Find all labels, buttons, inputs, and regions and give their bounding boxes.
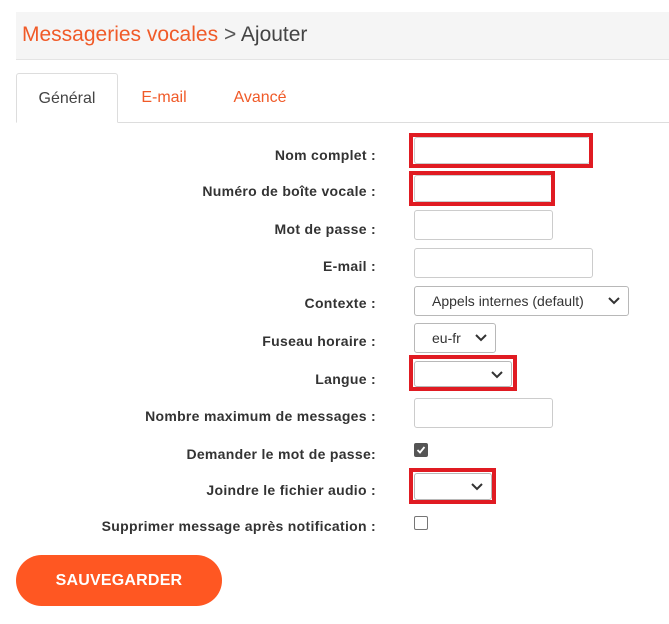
- breadcrumb: Messageries vocales > Ajouter: [22, 23, 307, 47]
- max-messages-input[interactable]: [414, 398, 553, 428]
- ask-password-checkbox[interactable]: [414, 443, 428, 457]
- attach-audio-label: Joindre le fichier audio :: [206, 482, 376, 498]
- mailbox-number-input[interactable]: [414, 175, 552, 202]
- mailbox-number-label: Numéro de boîte vocale :: [202, 183, 376, 199]
- email-input[interactable]: [414, 248, 593, 278]
- language-label: Langue :: [315, 371, 376, 387]
- timezone-label: Fuseau horaire :: [262, 333, 376, 349]
- timezone-selected-value: eu-fr: [432, 330, 461, 346]
- context-select[interactable]: Appels internes (default): [414, 286, 629, 316]
- full-name-label: Nom complet :: [274, 147, 376, 163]
- tab-general[interactable]: Général: [16, 73, 118, 123]
- tab-advanced[interactable]: Avancé: [210, 73, 310, 123]
- timezone-select[interactable]: eu-fr: [414, 323, 496, 353]
- full-name-input[interactable]: [414, 137, 590, 164]
- language-select[interactable]: [414, 361, 512, 387]
- check-icon: [416, 446, 426, 454]
- email-label: E-mail :: [323, 258, 376, 274]
- attach-audio-select[interactable]: [414, 473, 492, 500]
- context-selected-value: Appels internes (default): [432, 293, 584, 309]
- max-messages-label: Nombre maximum de messages :: [145, 408, 376, 424]
- breadcrumb-parent-link[interactable]: Messageries vocales: [22, 23, 218, 46]
- password-input[interactable]: [414, 210, 553, 240]
- delete-after-notify-label: Supprimer message après notification :: [101, 518, 376, 534]
- ask-password-label: Demander le mot de passe:: [186, 446, 376, 462]
- chevron-down-icon: [608, 297, 620, 305]
- breadcrumb-current: Ajouter: [240, 23, 308, 46]
- tab-email[interactable]: E-mail: [118, 73, 210, 123]
- chevron-down-icon: [471, 483, 483, 491]
- password-label: Mot de passe :: [274, 221, 376, 237]
- context-label: Contexte :: [304, 295, 376, 311]
- save-button[interactable]: SAUVEGARDER: [16, 555, 222, 606]
- chevron-down-icon: [491, 371, 503, 379]
- breadcrumb-separator: >: [223, 23, 237, 46]
- delete-after-notify-checkbox[interactable]: [414, 516, 428, 530]
- chevron-down-icon: [475, 334, 487, 342]
- header-bar: Messageries vocales > Ajouter: [16, 12, 669, 60]
